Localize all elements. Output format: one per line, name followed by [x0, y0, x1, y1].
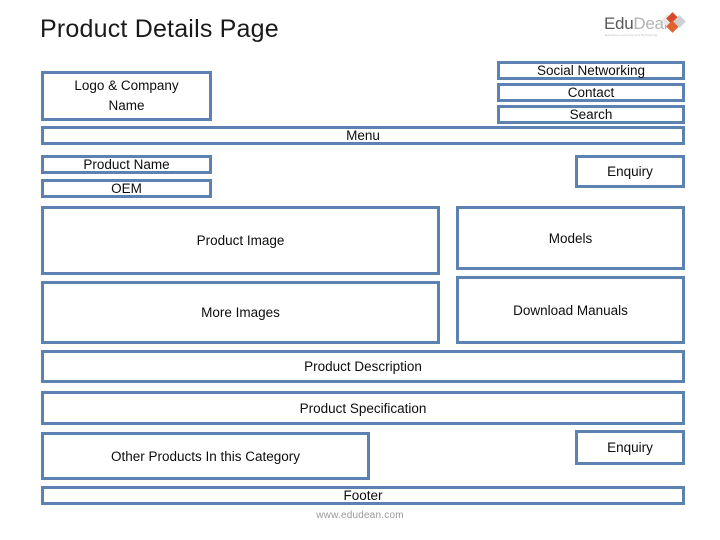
- product-image-box[interactable]: Product Image: [41, 206, 440, 275]
- edudean-logo: EduDean Education Learning and Technolog…: [604, 12, 700, 42]
- logo-diamond-icon: [661, 12, 686, 33]
- logo-company-line-1: Logo & Company: [74, 78, 179, 93]
- footer-website-url: www.edudean.com: [316, 510, 404, 521]
- logo-company-line-2: Name: [108, 98, 145, 113]
- product-name-box[interactable]: Product Name: [41, 155, 212, 174]
- product-description-box[interactable]: Product Description: [41, 350, 685, 383]
- footer-box[interactable]: Footer: [41, 486, 685, 505]
- social-networking-box[interactable]: Social Networking: [497, 61, 685, 80]
- enquiry-button-bottom[interactable]: Enquiry: [575, 430, 685, 465]
- models-box[interactable]: Models: [456, 206, 685, 270]
- oem-box[interactable]: OEM: [41, 179, 212, 198]
- logo-text-edu: Edu: [604, 14, 634, 33]
- menu-bar[interactable]: Menu: [41, 126, 685, 145]
- logo-company-name-box[interactable]: Logo & Company Name: [41, 71, 212, 121]
- other-products-box[interactable]: Other Products In this Category: [41, 432, 370, 480]
- product-specification-box[interactable]: Product Specification: [41, 391, 685, 425]
- contact-box[interactable]: Contact: [497, 83, 685, 102]
- download-manuals-box[interactable]: Download Manuals: [456, 276, 685, 344]
- more-images-box[interactable]: More Images: [41, 281, 440, 344]
- logo-company-name-label: Logo & Company Name: [74, 76, 178, 116]
- enquiry-button-top[interactable]: Enquiry: [575, 155, 685, 188]
- logo-tagline: Education Learning and Technology: [605, 33, 658, 37]
- page-title: Product Details Page: [40, 15, 279, 43]
- search-box[interactable]: Search: [497, 105, 685, 124]
- slide-canvas: Product Details Page EduDean Education L…: [0, 0, 720, 540]
